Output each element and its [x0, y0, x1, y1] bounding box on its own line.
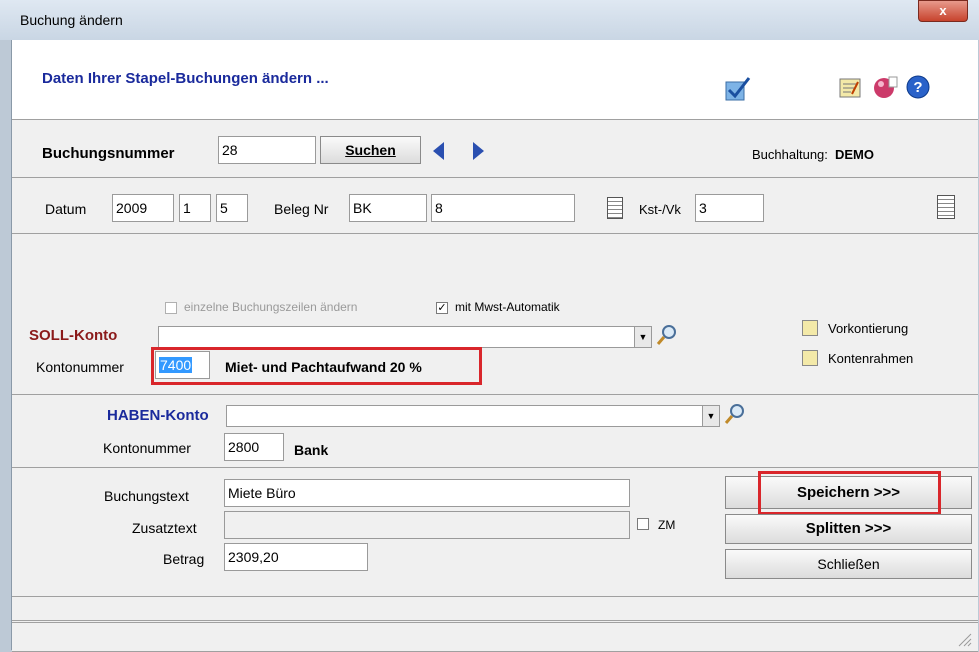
haben-panel: HABEN-Konto ▼ Kontonummer 2800 Bank: [12, 395, 978, 468]
table-icon-right[interactable]: [937, 195, 955, 219]
chevron-down-icon[interactable]: ▼: [702, 406, 719, 426]
soll-highlight-box: [151, 347, 482, 385]
dialog-window: Daten Ihrer Stapel-Buchungen ändern ... …: [11, 40, 978, 652]
year-input[interactable]: 2009: [112, 194, 174, 222]
month-input[interactable]: 1: [179, 194, 211, 222]
zusatztext-label: Zusatztext: [132, 520, 197, 536]
haben-heading: HABEN-Konto: [107, 407, 209, 424]
day-input[interactable]: 5: [216, 194, 248, 222]
haben-kontonummer-label: Kontonummer: [103, 440, 191, 456]
kontenrahmen-button[interactable]: Kontenrahmen: [828, 351, 913, 366]
haben-account-select[interactable]: ▼: [226, 405, 720, 427]
page-title: Daten Ihrer Stapel-Buchungen ändern ...: [42, 70, 329, 87]
kst-input[interactable]: 3: [695, 194, 764, 222]
search-icon[interactable]: [724, 403, 746, 425]
buchungstext-input[interactable]: Miete Büro: [224, 479, 630, 507]
soll-account-select[interactable]: ▼: [158, 326, 652, 348]
single-lines-checkbox[interactable]: [165, 302, 177, 314]
zm-checkbox[interactable]: [637, 518, 649, 530]
header-panel: Daten Ihrer Stapel-Buchungen ändern ... …: [12, 40, 978, 120]
next-arrow-icon[interactable]: [471, 142, 485, 160]
soll-kontonummer-label: Kontonummer: [36, 359, 124, 375]
help-icon[interactable]: ?: [906, 75, 930, 99]
beleg-prefix-input[interactable]: BK: [349, 194, 427, 222]
vorkontierung-icon[interactable]: [802, 320, 818, 336]
mwst-checkbox[interactable]: ✓: [436, 302, 448, 314]
beleg-number-input[interactable]: 8: [431, 194, 575, 222]
kontenrahmen-icon[interactable]: [802, 350, 818, 366]
resize-grip-icon[interactable]: [956, 631, 972, 647]
search-icon[interactable]: [656, 324, 678, 346]
betrag-input[interactable]: 2309,20: [224, 543, 368, 571]
details-panel: Buchungstext Miete Büro Zusatztext ZM Be…: [12, 468, 978, 597]
beleg-label: Beleg Nr: [274, 201, 329, 217]
buchungstext-label: Buchungstext: [104, 488, 189, 504]
ball-icon[interactable]: [872, 74, 898, 100]
status-bar: [12, 622, 978, 652]
table-icon[interactable]: [607, 197, 623, 219]
date-panel: Datum 2009 1 5 Beleg Nr BK 8 Kst-/Vk 3: [12, 178, 978, 234]
kst-label: Kst-/Vk: [639, 202, 681, 217]
haben-kontonummer-input[interactable]: 2800: [224, 433, 284, 461]
mwst-label: mit Mwst-Automatik: [455, 300, 560, 314]
haben-account-name: Bank: [294, 442, 329, 458]
notes-icon[interactable]: [839, 78, 861, 98]
split-button[interactable]: Splitten >>>: [725, 514, 972, 544]
close-button[interactable]: Schließen: [725, 549, 972, 579]
zusatztext-input[interactable]: [224, 511, 630, 539]
chevron-down-icon[interactable]: ▼: [634, 327, 651, 347]
svg-text:?: ?: [913, 79, 922, 96]
buchhaltung-label: Buchhaltung:: [752, 147, 828, 162]
search-panel: Buchungsnummer 28 Suchen Buchhaltung: DE…: [12, 120, 978, 178]
search-button[interactable]: Suchen: [320, 136, 421, 164]
datum-label: Datum: [45, 201, 87, 217]
status-panel: [12, 597, 978, 621]
betrag-label: Betrag: [163, 551, 205, 567]
soll-panel: einzelne Buchungszeilen ändern ✓ mit Mws…: [12, 234, 978, 395]
zm-label: ZM: [658, 518, 676, 532]
buchungsnummer-label: Buchungsnummer: [42, 145, 175, 162]
title-bar: Buchung ändern x: [0, 0, 979, 40]
single-lines-label: einzelne Buchungszeilen ändern: [184, 300, 358, 314]
soll-heading: SOLL-Konto: [29, 327, 118, 344]
save-highlight-box: [758, 471, 941, 515]
checkmark-icon[interactable]: [724, 76, 752, 102]
previous-arrow-icon[interactable]: [432, 142, 446, 160]
buchhaltung-value: DEMO: [835, 147, 874, 162]
buchungsnummer-input[interactable]: 28: [218, 136, 316, 164]
close-window-button[interactable]: x: [918, 0, 968, 22]
window-title: Buchung ändern: [20, 12, 123, 28]
vorkontierung-button[interactable]: Vorkontierung: [828, 321, 908, 336]
